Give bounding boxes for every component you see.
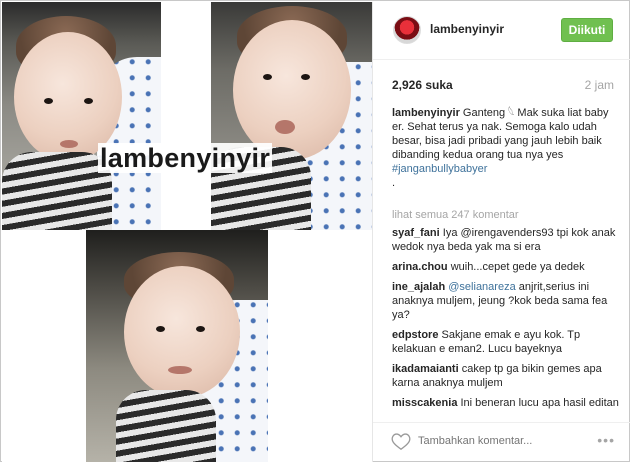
comment-username[interactable]: edpstore [392,329,438,341]
comment-mention[interactable]: @selianareza [448,281,515,293]
heart-icon[interactable] [391,432,411,450]
comment-footer: ••• [373,422,630,462]
post-time: 2 jam [584,78,614,92]
comment-username[interactable]: ine_ajalah [392,281,445,293]
caption-dot: . [392,177,396,189]
comments-list: syaf_fani Iya @irengavenders93 tpi kok a… [392,226,622,412]
likes-count[interactable]: 2,926 suka [392,78,453,92]
comment-text: wuih...cepet gede ya dedek [450,261,585,273]
caption-hashtag[interactable]: #janganbullybabyer [392,162,620,176]
instagram-post-window: lambenyinyir lambenyinyir Diikuti 2,926 … [0,0,630,462]
view-all-comments-link[interactable]: lihat semua 247 komentar [392,209,519,221]
comment-item: arina.chou wuih...cepet gede ya dedek [392,260,622,274]
comment-item: syaf_fani Iya @irengavenders93 tpi kok a… [392,226,622,254]
comment-username[interactable]: ikadamaianti [392,363,459,375]
comment-item: ikadamaianti cakep tp ga bikin gemes apa… [392,362,622,390]
caption-username[interactable]: lambenyinyir [392,107,460,119]
post-header: lambenyinyir Diikuti [373,2,630,60]
baby-photo-3 [86,230,268,462]
comment-item: misscakenia Ini beneran lucu apa hasil e… [392,396,622,412]
comment-username[interactable]: syaf_fani [392,227,440,239]
avatar[interactable] [393,16,421,44]
baby-photo-2 [211,2,372,230]
more-options-icon[interactable]: ••• [597,432,615,448]
add-comment-input[interactable] [418,433,578,449]
comment-item: edpstore Sakjane emak e ayu kok. Tp kela… [392,328,622,356]
post-caption: lambenyinyir Ganteng 𓆩 Mak suka liat bab… [392,106,620,190]
comment-item: ine_ajalah @selianareza anjrit,serius in… [392,280,622,322]
watermark-text: lambenyinyir [98,143,273,173]
baby-photo-1 [2,2,161,230]
following-button[interactable]: Diikuti [561,18,613,42]
post-username[interactable]: lambenyinyir [430,22,504,36]
comment-username[interactable]: arina.chou [392,261,448,273]
post-media[interactable]: lambenyinyir [2,2,372,462]
post-details-panel: lambenyinyir Diikuti 2,926 suka 2 jam la… [372,2,630,462]
comment-username[interactable]: misscakenia [392,397,457,409]
